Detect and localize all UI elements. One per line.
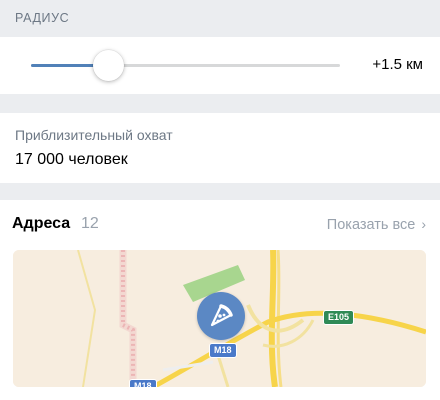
pizza-icon <box>210 304 233 327</box>
reach-card: Приблизительный охват 17 000 человек <box>0 113 440 183</box>
radius-card: +1.5 км <box>0 37 440 94</box>
radius-section-header: РАДИУС <box>0 0 440 37</box>
radius-slider-thumb[interactable] <box>92 50 124 81</box>
reach-label: Приблизительный охват <box>15 127 173 143</box>
chevron-right-icon: › <box>421 216 426 232</box>
radius-value: +1.5 км <box>372 56 423 73</box>
addresses-card: Адреса 12 Показать все › M18 E105 M18 <box>0 200 440 400</box>
addresses-map[interactable]: M18 E105 M18 <box>13 250 426 387</box>
show-all-link[interactable]: Показать все › <box>327 216 426 233</box>
road-sign-m18-bottom: M18 <box>129 379 157 387</box>
radius-slider-track[interactable] <box>31 64 340 67</box>
road-sign-e105: E105 <box>323 310 355 325</box>
road-sign-m18: M18 <box>209 343 237 358</box>
reach-value: 17 000 человек <box>15 151 128 168</box>
map-pin[interactable] <box>197 292 245 340</box>
addresses-title: Адреса <box>12 215 71 232</box>
addresses-count: 12 <box>81 215 99 232</box>
show-all-label: Показать все <box>326 217 416 233</box>
radius-header-label: РАДИУС <box>15 11 70 25</box>
